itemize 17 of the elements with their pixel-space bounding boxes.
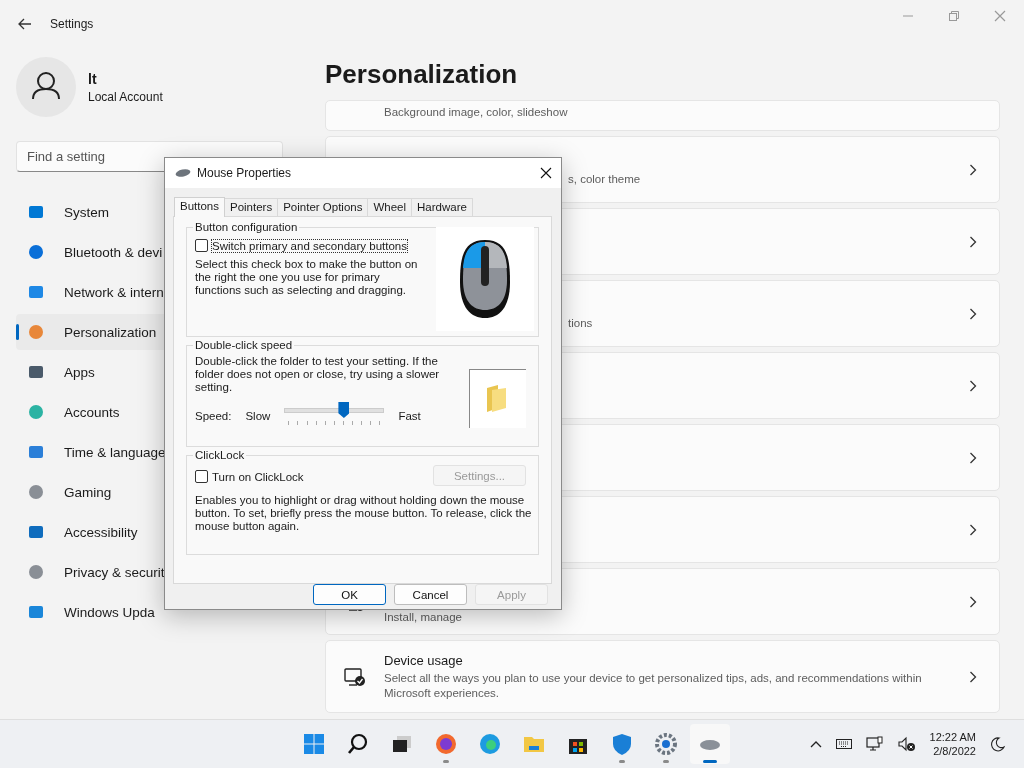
card-description: tions xyxy=(568,316,594,331)
window-title: Settings xyxy=(50,17,94,31)
account-type: Local Account xyxy=(88,89,163,104)
card-description: Install, manage xyxy=(384,610,463,625)
card-description: s, color theme xyxy=(568,172,642,187)
card-description: Background image, color, slideshow xyxy=(384,105,569,120)
slow-label: Slow xyxy=(245,410,271,422)
speed-label: Speed: xyxy=(195,410,232,422)
description-text: Double-click the folder to test your setting. If the folder does not open or close, try using a slower setting. xyxy=(195,355,441,394)
account-name: lt xyxy=(88,70,98,87)
fast-label: Fast xyxy=(398,410,421,422)
card-title: Device usage xyxy=(384,652,464,668)
group-label: Button configuration xyxy=(194,221,299,233)
card-description: Select all the ways you plan to use your device to get personalized tips, ads, and recommendations within Microsoft experiences. xyxy=(384,670,923,701)
description-text: Enables you to highlight or drag without holding down the mouse button. To set, briefly press the mouse button. To release, click the mouse button again. xyxy=(195,494,533,533)
page-title: Personalization xyxy=(325,59,519,91)
group-label: ClickLock xyxy=(194,449,246,461)
